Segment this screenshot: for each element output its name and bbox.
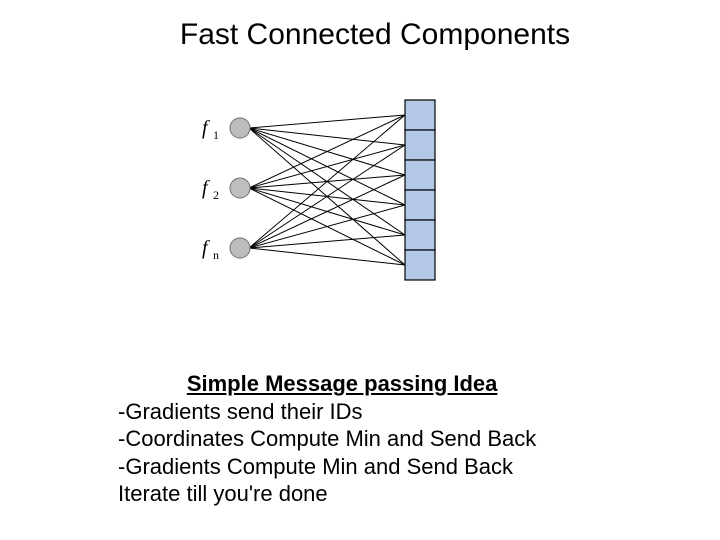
source-label-sub: 1: [213, 128, 219, 142]
edge: [249, 248, 405, 265]
bullet-line: Iterate till you're done: [118, 480, 536, 508]
bullet-line: -Gradients Compute Min and Send Back: [118, 453, 536, 481]
body-text: Simple Message passing Idea -Gradients s…: [118, 370, 536, 508]
array-cell: [405, 190, 435, 220]
edge: [249, 145, 405, 248]
slide: Fast Connected Components f1f2fn Simple …: [0, 0, 720, 540]
source-label: f: [202, 237, 210, 259]
source-label-sub: n: [213, 248, 219, 262]
subheading: Simple Message passing Idea: [148, 370, 536, 398]
edge: [249, 128, 405, 145]
source-node: [230, 238, 250, 258]
array-cell: [405, 220, 435, 250]
array-cell: [405, 130, 435, 160]
bullet-line: -Gradients send their IDs: [118, 398, 536, 426]
array-cell: [405, 100, 435, 130]
source-node: [230, 118, 250, 138]
bullet-line: -Coordinates Compute Min and Send Back: [118, 425, 536, 453]
diagram-svg: f1f2fn: [160, 90, 460, 310]
slide-title: Fast Connected Components: [0, 18, 720, 52]
array-cell: [405, 250, 435, 280]
source-label: f: [202, 117, 210, 139]
array-cell: [405, 160, 435, 190]
diagram: f1f2fn: [160, 90, 460, 310]
source-label: f: [202, 177, 210, 199]
source-node: [230, 178, 250, 198]
source-label-sub: 2: [213, 188, 219, 202]
